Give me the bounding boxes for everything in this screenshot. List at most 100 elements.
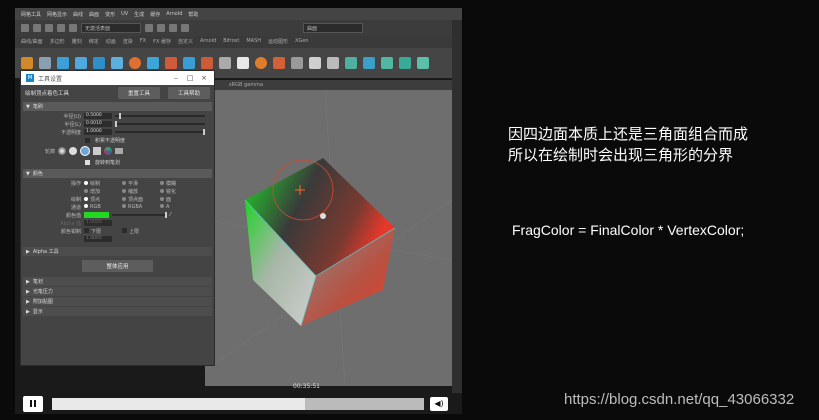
mesh-tool-icon[interactable] xyxy=(237,57,249,69)
profile-solid-icon[interactable] xyxy=(80,146,90,156)
shelf-tab[interactable]: 自定义 xyxy=(178,38,193,46)
clamp-field[interactable]: 1.0000 xyxy=(84,236,112,242)
op-option[interactable]: 锐化 xyxy=(160,188,195,195)
flood-button[interactable]: 整体应用 xyxy=(82,260,153,272)
opacity-field[interactable]: 1.0000 xyxy=(84,129,112,135)
rotate-checkbox[interactable] xyxy=(85,159,90,165)
section-brush[interactable]: ▼ 笔刷 xyxy=(23,102,212,111)
3d-viewport[interactable]: sRGB gamma xyxy=(205,80,452,386)
mesh-tool-icon[interactable] xyxy=(183,57,195,69)
close-icon[interactable]: × xyxy=(199,74,209,82)
radius-u-slider[interactable] xyxy=(115,113,205,119)
slider-thumb[interactable] xyxy=(119,113,121,119)
menu-item[interactable]: UV xyxy=(121,11,128,17)
menu-item[interactable]: 缓存 xyxy=(150,11,160,18)
select-mode-icon[interactable] xyxy=(21,24,29,32)
radius-u-field[interactable]: 0.5000 xyxy=(84,113,112,119)
menu-item[interactable]: 帮助 xyxy=(188,11,198,18)
alpha-field[interactable]: 1.0000 xyxy=(84,220,112,226)
snap-icon[interactable] xyxy=(69,24,77,32)
radius-l-slider[interactable] xyxy=(115,121,205,127)
op-option[interactable]: 绘制 xyxy=(84,180,119,187)
menu-item[interactable]: 曲线 xyxy=(73,11,83,18)
tool-help-button[interactable]: 工具帮助 xyxy=(167,87,210,99)
live-surface-dropdown[interactable]: 无激活表面 xyxy=(81,23,141,33)
op-option[interactable]: 平滑 xyxy=(122,180,157,187)
sphere-tool-icon[interactable] xyxy=(255,57,267,69)
render-icon[interactable] xyxy=(157,24,165,32)
shelf-tab[interactable]: 绑定 xyxy=(89,38,99,46)
window-titlebar[interactable]: M 工具设置 – □ × xyxy=(21,71,214,85)
shelf-tab[interactable]: Arnold xyxy=(200,38,216,46)
mesh-tool-icon[interactable] xyxy=(201,57,213,69)
mode-option[interactable]: 面 xyxy=(160,196,195,203)
op-option[interactable]: 增加 xyxy=(84,188,119,195)
snap-icon[interactable] xyxy=(57,24,65,32)
channel-option[interactable]: RGB xyxy=(84,204,119,210)
workspace-dropdown[interactable]: 曲面 xyxy=(303,23,363,33)
minimize-icon[interactable]: – xyxy=(171,74,181,82)
color-swatch[interactable] xyxy=(84,212,109,218)
clamp-lower[interactable]: 下限 xyxy=(84,227,119,235)
mesh-tool-icon[interactable] xyxy=(327,57,339,69)
profile-square-icon[interactable] xyxy=(93,147,101,155)
op-option[interactable]: 模糊 xyxy=(160,180,195,187)
shelf-tab[interactable]: 多边形 xyxy=(50,38,65,46)
mesh-tool-icon[interactable] xyxy=(291,57,303,69)
slider-thumb[interactable] xyxy=(115,121,117,127)
maximize-icon[interactable]: □ xyxy=(185,74,195,82)
mesh-tool-icon[interactable] xyxy=(111,57,123,69)
slider-thumb[interactable] xyxy=(203,129,205,135)
mesh-tool-icon[interactable] xyxy=(363,57,375,69)
shelf-tab[interactable]: 雕刻 xyxy=(72,38,82,46)
mesh-tool-icon[interactable] xyxy=(345,57,357,69)
slider-thumb[interactable] xyxy=(165,212,167,218)
profile-gaussian-icon[interactable] xyxy=(58,147,66,155)
render-icon[interactable] xyxy=(169,24,177,32)
shelf-tab[interactable]: MASH xyxy=(246,38,261,46)
shelf-tab[interactable]: XGen xyxy=(295,38,309,46)
shelf-tab[interactable]: FX xyxy=(140,38,146,46)
menu-item[interactable]: 变形 xyxy=(105,11,115,18)
mesh-tool-icon[interactable] xyxy=(147,57,159,69)
section-attribute-maps[interactable]: ▶ 附加贴图 xyxy=(23,297,212,306)
profile-texture-icon[interactable] xyxy=(104,147,112,155)
render-icon[interactable] xyxy=(181,24,189,32)
section-pressure[interactable]: ▶ 光笔压力 xyxy=(23,287,212,296)
mode-option[interactable]: 顶点面 xyxy=(122,196,157,203)
menu-item[interactable]: 生成 xyxy=(134,11,144,18)
accumulate-checkbox[interactable] xyxy=(85,137,90,143)
render-icon[interactable] xyxy=(145,24,153,32)
mesh-tool-icon[interactable] xyxy=(57,57,69,69)
radius-l-field[interactable]: 0.0010 xyxy=(84,121,112,127)
shelf-tab[interactable]: Bifrost xyxy=(223,38,239,46)
mesh-tool-icon[interactable] xyxy=(165,57,177,69)
shelf-tab[interactable]: 曲线/曲面 xyxy=(21,38,43,46)
snap-icon[interactable] xyxy=(45,24,53,32)
mesh-tool-icon[interactable] xyxy=(417,57,429,69)
mesh-tool-icon[interactable] xyxy=(93,57,105,69)
volume-icon[interactable]: ◀) xyxy=(430,397,448,411)
opacity-slider[interactable] xyxy=(115,129,205,135)
mesh-tool-icon[interactable] xyxy=(381,57,393,69)
shelf-tab[interactable]: 动画 xyxy=(106,38,116,46)
channel-option[interactable]: RGBA xyxy=(122,204,157,210)
eyedropper-icon[interactable]: ⁄ xyxy=(170,212,171,218)
shelf-tab[interactable]: FX 缓存 xyxy=(153,38,171,46)
mesh-tool-icon[interactable] xyxy=(75,57,87,69)
section-alpha-tools[interactable]: ▶ Alpha 工具 xyxy=(23,247,212,256)
mesh-tool-icon[interactable] xyxy=(273,57,285,69)
snap-icon[interactable] xyxy=(33,24,41,32)
clamp-upper[interactable]: 上限 xyxy=(122,227,157,235)
mode-option[interactable]: 顶点 xyxy=(84,196,119,203)
mesh-tool-icon[interactable] xyxy=(219,57,231,69)
pause-button[interactable] xyxy=(23,395,43,412)
text-tool-icon[interactable] xyxy=(21,57,33,69)
svg-tool-icon[interactable] xyxy=(39,57,51,69)
section-display[interactable]: ▶ 显示 xyxy=(23,307,212,316)
menu-item[interactable]: Arnold xyxy=(166,11,182,17)
shelf-tab[interactable]: 运动图形 xyxy=(268,38,288,46)
menu-item[interactable]: 网格显示 xyxy=(47,11,67,18)
op-option[interactable]: 缩放 xyxy=(122,188,157,195)
sphere-tool-icon[interactable] xyxy=(129,57,141,69)
